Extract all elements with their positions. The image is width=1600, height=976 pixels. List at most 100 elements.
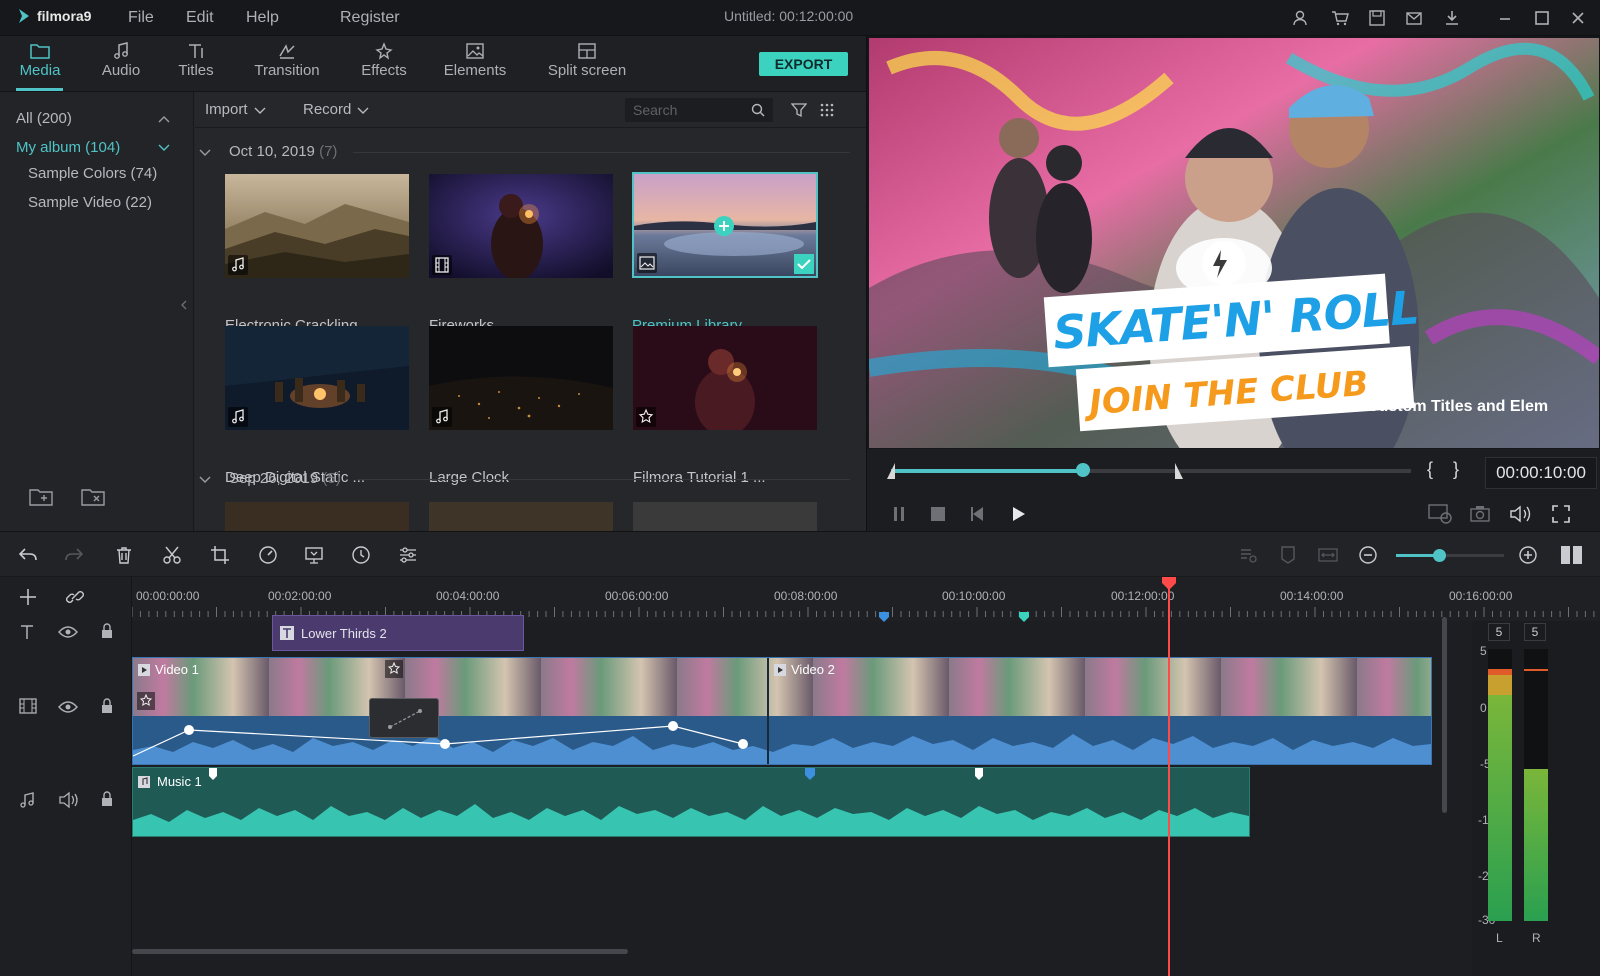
maximize-icon[interactable]: [1533, 9, 1551, 27]
sidebar-item-sample-video[interactable]: Sample Video (22): [28, 194, 152, 211]
new-folder-icon[interactable]: [28, 486, 56, 508]
media-thumb-partial[interactable]: [225, 502, 409, 531]
speed-icon[interactable]: [258, 545, 278, 565]
media-thumb-electronic-crackling[interactable]: [225, 174, 409, 278]
preview-scrubber[interactable]: [887, 457, 1411, 485]
add-to-timeline-icon[interactable]: [714, 216, 734, 236]
media-thumb-partial[interactable]: [633, 502, 817, 531]
mail-icon[interactable]: [1405, 9, 1423, 27]
link-icon[interactable]: [64, 587, 86, 607]
tab-titles[interactable]: Titles: [174, 42, 218, 79]
render-preview-icon[interactable]: [1427, 503, 1453, 525]
tab-transition[interactable]: Transition: [251, 42, 323, 79]
search-input[interactable]: [633, 101, 743, 119]
delete-icon[interactable]: [114, 545, 134, 565]
eye-icon[interactable]: [58, 625, 78, 639]
zoom-slider-handle[interactable]: [1433, 549, 1446, 562]
speaker-icon[interactable]: [58, 791, 80, 809]
cart-icon[interactable]: [1331, 9, 1349, 27]
media-thumb-fireworks[interactable]: [429, 174, 613, 278]
adjust-settings-icon[interactable]: [398, 545, 418, 565]
music-clip[interactable]: Music 1: [132, 767, 1250, 837]
preview-timecode: 00:00:10:00: [1485, 457, 1597, 489]
layout-toggle-icon[interactable]: [1560, 545, 1584, 565]
undo-icon[interactable]: [18, 545, 38, 565]
marker-icon[interactable]: [1278, 545, 1298, 565]
media-thumb-partial[interactable]: [429, 502, 613, 531]
mark-out-button[interactable]: }: [1453, 459, 1459, 480]
tab-media[interactable]: Media: [16, 42, 64, 79]
menu-register[interactable]: Register: [340, 9, 400, 27]
audio-marker-icon[interactable]: [209, 768, 217, 780]
mark-in-button[interactable]: {: [1427, 459, 1433, 480]
tab-effects[interactable]: Effects: [359, 42, 409, 79]
playhead-line[interactable]: [1168, 577, 1170, 976]
save-icon[interactable]: [1368, 9, 1386, 27]
pause-icon[interactable]: [891, 505, 907, 523]
group-count: (5): [322, 470, 341, 487]
chevron-down-icon[interactable]: [158, 143, 170, 153]
sidebar-item-my-album[interactable]: My album (104): [16, 139, 120, 156]
play-icon[interactable]: [1009, 505, 1027, 523]
grid-view-icon[interactable]: [819, 102, 835, 118]
duration-clock-icon[interactable]: [351, 545, 371, 565]
audio-marker-icon[interactable]: [975, 768, 983, 780]
media-thumb-filmora-tutorial[interactable]: [633, 326, 817, 430]
volume-icon[interactable]: [1509, 504, 1533, 524]
previous-frame-icon[interactable]: [969, 505, 987, 523]
close-icon[interactable]: [1569, 9, 1587, 27]
zoom-out-icon[interactable]: [1358, 545, 1378, 565]
zoom-in-icon[interactable]: [1518, 545, 1538, 565]
redo-icon[interactable]: [64, 545, 84, 565]
eye-icon[interactable]: [58, 700, 78, 714]
record-dropdown[interactable]: Record: [303, 101, 369, 118]
collapse-sidebar-icon[interactable]: [181, 300, 187, 310]
search-icon[interactable]: [751, 103, 765, 117]
delete-folder-icon[interactable]: [80, 486, 108, 508]
import-dropdown[interactable]: Import: [205, 101, 266, 118]
filter-icon[interactable]: [791, 102, 807, 118]
zoom-slider[interactable]: [1396, 549, 1504, 562]
menu-help[interactable]: Help: [246, 9, 279, 27]
account-icon[interactable]: [1291, 9, 1309, 27]
media-thumb-deep-digital-static[interactable]: [225, 326, 409, 430]
lock-icon[interactable]: [100, 623, 114, 639]
title-clip[interactable]: Lower Thirds 2: [272, 615, 524, 651]
lock-icon[interactable]: [100, 791, 114, 807]
snapshot-camera-icon[interactable]: [1469, 505, 1491, 523]
horizontal-scrollbar[interactable]: [132, 949, 628, 954]
in-point-marker-icon[interactable]: [885, 463, 897, 479]
video1-clip[interactable]: Video 1: [137, 662, 199, 677]
tab-audio[interactable]: Audio: [98, 42, 144, 79]
lock-icon[interactable]: [100, 698, 114, 714]
vertical-scrollbar[interactable]: [1442, 617, 1447, 813]
add-track-icon[interactable]: [18, 587, 38, 607]
audio-marker-blue-icon[interactable]: [805, 768, 815, 780]
media-thumb-premium-library[interactable]: [632, 172, 818, 278]
fullscreen-icon[interactable]: [1551, 504, 1571, 524]
video2-clip[interactable]: Video 2: [773, 662, 835, 677]
sidebar-item-all[interactable]: All (200): [16, 110, 72, 127]
menu-edit[interactable]: Edit: [186, 9, 214, 27]
minimize-icon[interactable]: [1496, 9, 1514, 27]
chevron-down-icon[interactable]: [199, 475, 211, 485]
chevron-down-icon[interactable]: [199, 148, 211, 158]
playhead-handle-icon[interactable]: [1161, 577, 1177, 591]
stop-icon[interactable]: [929, 505, 947, 523]
fit-timeline-icon[interactable]: [1318, 545, 1338, 565]
export-button[interactable]: EXPORT: [759, 52, 848, 76]
download-icon[interactable]: [1443, 9, 1461, 27]
out-point-marker-icon[interactable]: [1173, 463, 1185, 479]
voiceover-icon[interactable]: [1238, 545, 1258, 565]
menu-file[interactable]: File: [128, 9, 154, 27]
tab-elements[interactable]: Elements: [441, 42, 509, 79]
tab-split-screen[interactable]: Split screen: [543, 42, 631, 79]
crop-icon[interactable]: [210, 545, 230, 565]
chevron-up-icon[interactable]: [158, 114, 170, 124]
media-thumb-large-clock[interactable]: [429, 326, 613, 430]
ruler-label: 00:08:00:00: [774, 589, 838, 603]
scrubber-handle[interactable]: [1076, 463, 1091, 477]
green-screen-icon[interactable]: [304, 545, 324, 565]
cut-icon[interactable]: [162, 545, 182, 565]
sidebar-item-sample-colors[interactable]: Sample Colors (74): [28, 165, 157, 182]
